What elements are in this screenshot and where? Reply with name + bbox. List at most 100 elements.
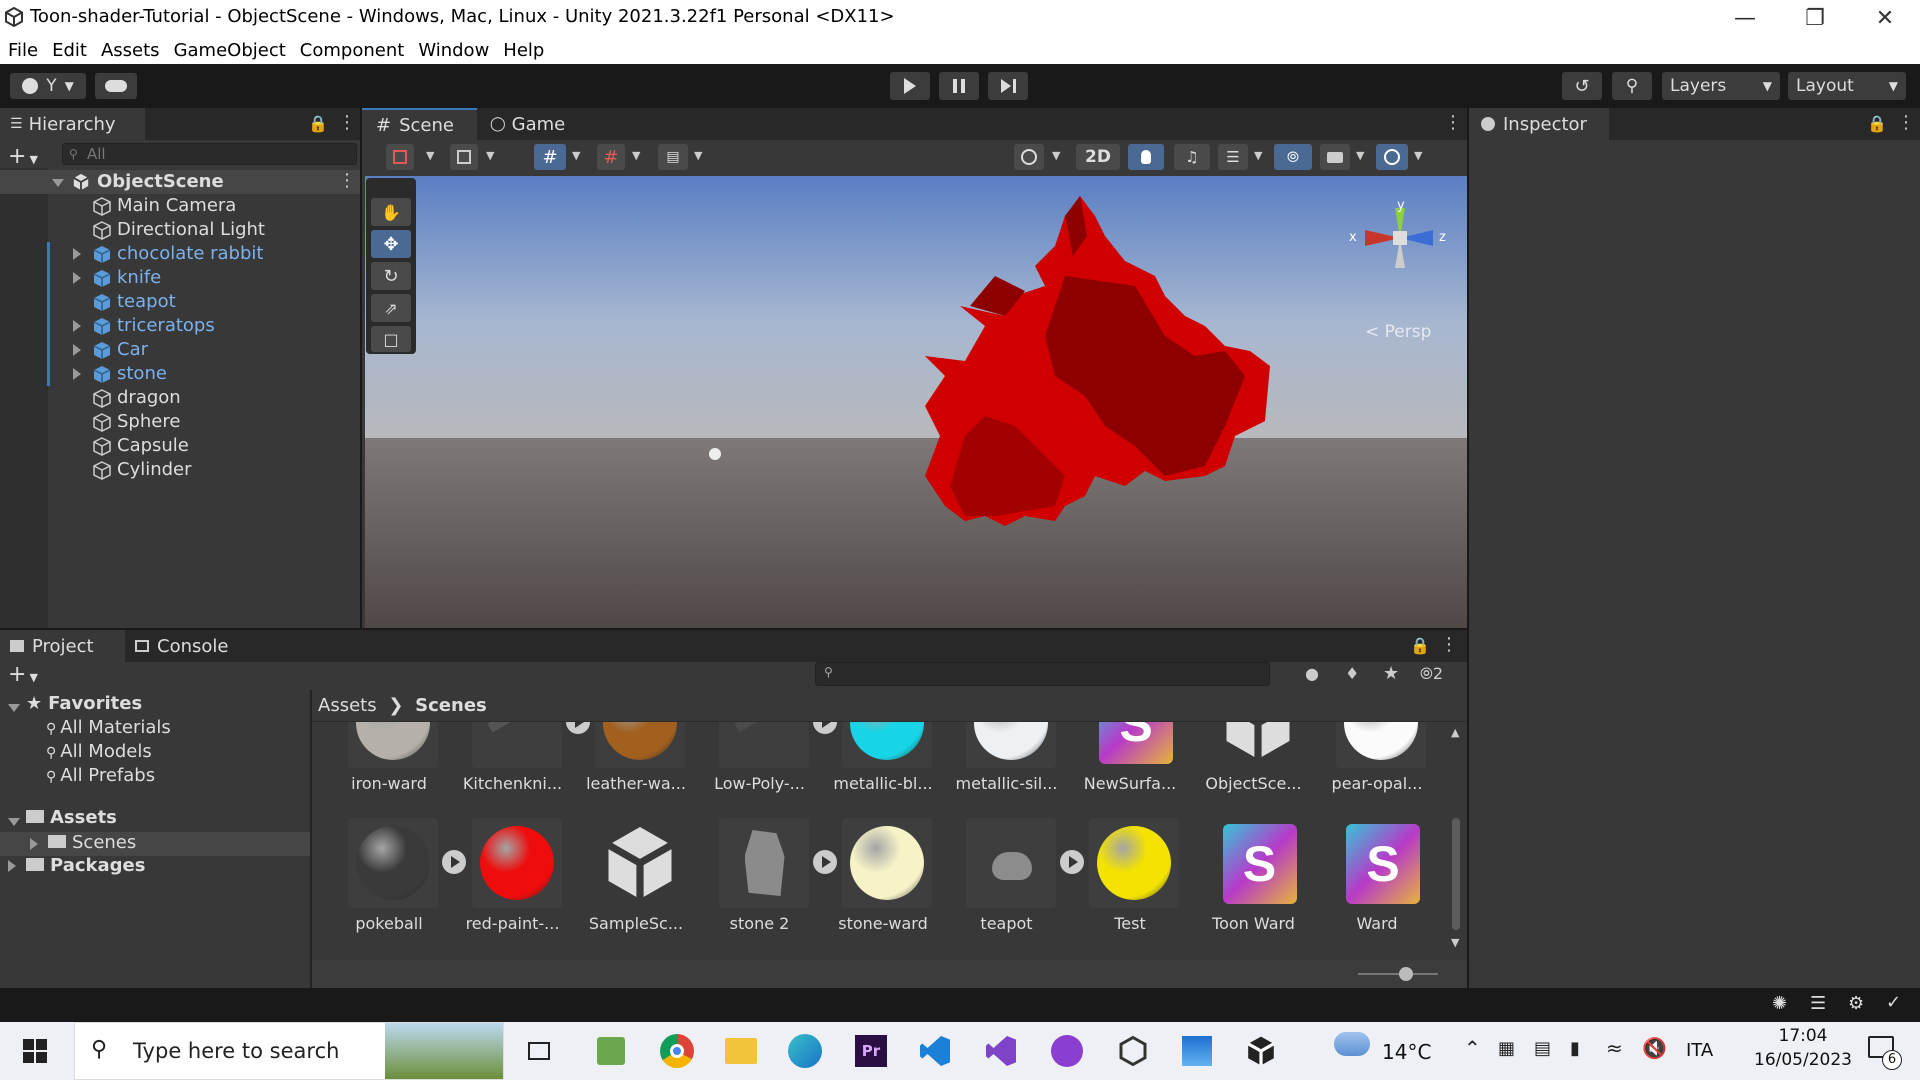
windows-start-icon[interactable] [14, 1030, 56, 1072]
asset-item[interactable]: S Ward [1312, 818, 1432, 938]
bug-icon[interactable]: ✺ [1772, 993, 1787, 1014]
pause-button[interactable] [939, 72, 979, 100]
menu-file[interactable]: File [8, 40, 38, 61]
favorite-all-materials[interactable]: ⚲ All Materials [46, 717, 171, 738]
clock[interactable]: 17:04 16/05/2023 [1748, 1026, 1858, 1070]
expand-arrow-icon[interactable] [8, 704, 20, 712]
menu-window[interactable]: Window [418, 40, 489, 61]
hierarchy-item[interactable]: stone [0, 362, 360, 386]
menu-component[interactable]: Component [300, 40, 405, 61]
premiere-icon[interactable]: Pr [850, 1030, 892, 1072]
photos-icon[interactable] [1176, 1030, 1218, 1072]
hierarchy-search-input[interactable]: ⚲ All [62, 143, 357, 165]
kebab-menu-icon[interactable]: ⋮ [1897, 112, 1915, 133]
wifi-icon[interactable]: ≈ [1606, 1036, 1623, 1060]
asset-item[interactable]: Test [1065, 818, 1185, 938]
scale-tool-icon[interactable]: ⇗ [371, 294, 411, 322]
vscode-icon[interactable] [914, 1030, 956, 1072]
chevron-down-icon[interactable]: ▼ [1414, 149, 1422, 162]
chrome-icon[interactable] [656, 1030, 698, 1072]
restore-icon[interactable]: ❐ [1780, 0, 1850, 36]
filter-by-label-icon[interactable]: ♦ [1345, 664, 1359, 683]
chevron-down-icon[interactable]: ▼ [486, 149, 494, 162]
collapse-arrow-icon[interactable] [30, 838, 38, 850]
hierarchy-item[interactable]: Car [0, 338, 360, 362]
cloud-button[interactable] [95, 73, 137, 99]
expand-arrow-icon[interactable] [8, 818, 20, 826]
breadcrumb-assets[interactable]: Assets [318, 695, 377, 716]
chevron-down-icon[interactable]: ▼ [572, 149, 580, 162]
packages-folder[interactable]: Packages [26, 855, 145, 876]
collapse-arrow-icon[interactable] [8, 860, 16, 872]
scenes-folder-row[interactable]: Scenes [0, 832, 310, 856]
kebab-menu-icon[interactable]: ⋮ [1444, 112, 1462, 133]
collapse-arrow-icon[interactable] [73, 248, 81, 260]
add-object-button[interactable]: + ▼ [8, 144, 38, 169]
scene-visibility-button[interactable]: ⦾ [1274, 144, 1312, 170]
render-mode-button[interactable] [450, 144, 478, 170]
lock-icon[interactable]: 🔒 [308, 114, 328, 133]
collapse-arrow-icon[interactable] [73, 272, 81, 284]
asset-item[interactable]: S NewSurfa... [1065, 722, 1185, 798]
taskbar-search-box[interactable]: ⚲ Type here to search [74, 1022, 504, 1080]
hierarchy-item[interactable]: Cylinder [0, 458, 360, 482]
collapse-arrow-icon[interactable] [73, 344, 81, 356]
toggle-2d-button[interactable]: 2D [1076, 144, 1120, 170]
weather-icon[interactable] [1334, 1032, 1370, 1056]
light-gizmo-icon[interactable] [709, 448, 721, 460]
kebab-menu-icon[interactable]: ⋮ [1440, 634, 1458, 655]
account-button[interactable]: Y ▼ [10, 73, 86, 99]
tray-chevron-up-icon[interactable]: ⌃ [1464, 1036, 1481, 1060]
lock-icon[interactable]: 🔒 [1410, 636, 1430, 655]
hierarchy-item[interactable]: dragon [0, 386, 360, 410]
chevron-down-icon[interactable]: ▼ [1356, 149, 1364, 162]
network-monitor-icon[interactable]: ▤ [1534, 1038, 1551, 1059]
tab-hierarchy[interactable]: ☰ Hierarchy [0, 108, 145, 140]
taskbar-app-notepad-icon[interactable] [590, 1030, 632, 1072]
snap-button[interactable]: # [597, 144, 625, 170]
meet-now-icon[interactable]: ▦ [1498, 1038, 1515, 1059]
scene-row[interactable]: ObjectScene ⋮ [0, 170, 360, 194]
project-search-input[interactable]: ⚲ [815, 662, 1270, 686]
undo-history-button[interactable]: ↺ [1562, 72, 1602, 100]
battery-icon[interactable]: ▮ [1570, 1038, 1580, 1059]
layout-dropdown[interactable]: Layout ▼ [1788, 72, 1906, 100]
hierarchy-item[interactable]: knife [0, 266, 360, 290]
orientation-gizmo[interactable]: x y z [1345, 198, 1455, 298]
notification-center-icon[interactable]: 6 [1864, 1034, 1904, 1070]
asset-item[interactable]: pear-opal... [1312, 722, 1432, 798]
play-button[interactable] [890, 72, 930, 100]
unity-hub-icon[interactable] [1112, 1030, 1154, 1072]
chevron-down-icon[interactable]: ▼ [426, 149, 434, 162]
scene-viewport[interactable]: ✋ ✥ ↻ ⇗ □ x y z < Persp [365, 176, 1467, 628]
volume-muted-icon[interactable]: 🔇 [1642, 1036, 1667, 1060]
menu-help[interactable]: Help [503, 40, 544, 61]
chevron-down-icon[interactable]: ▼ [694, 149, 702, 162]
asset-item[interactable]: iron-ward [324, 722, 444, 798]
assets-folder[interactable]: Assets [26, 807, 117, 828]
move-tool-icon[interactable]: ✥ [371, 230, 411, 258]
hidden-packages-toggle[interactable]: ⦾2 [1420, 664, 1443, 684]
auto-generate-lighting-icon[interactable]: ⚙ [1848, 993, 1864, 1014]
asset-item[interactable]: metallic-sil... [942, 722, 1062, 798]
asset-item[interactable]: red-paint-... [448, 818, 568, 938]
hierarchy-item[interactable]: Main Camera [0, 194, 360, 218]
asset-item[interactable]: pokeball [324, 818, 466, 938]
step-button[interactable] [988, 72, 1028, 100]
grid-toggle-button[interactable]: # [534, 144, 566, 170]
tab-scene[interactable]: # Scene [362, 108, 477, 140]
asset-item[interactable]: leather-wa... [571, 722, 691, 798]
effects-toggle-button[interactable]: ☰ [1218, 144, 1248, 170]
create-asset-button[interactable]: + ▼ [8, 662, 38, 687]
close-icon[interactable]: ✕ [1850, 0, 1920, 36]
asset-item[interactable]: teapot [942, 818, 1084, 938]
hierarchy-item[interactable]: Sphere [0, 410, 360, 434]
tab-inspector[interactable]: Inspector [1469, 108, 1609, 140]
task-view-icon[interactable] [518, 1030, 560, 1072]
tab-console[interactable]: Console [135, 630, 260, 662]
tab-project[interactable]: Project [0, 630, 125, 662]
collab-check-icon[interactable]: ✓ [1886, 992, 1901, 1013]
file-explorer-icon[interactable] [720, 1030, 762, 1072]
asset-item[interactable]: metallic-bl... [818, 722, 938, 798]
increment-snap-button[interactable]: ▤ [658, 144, 688, 170]
